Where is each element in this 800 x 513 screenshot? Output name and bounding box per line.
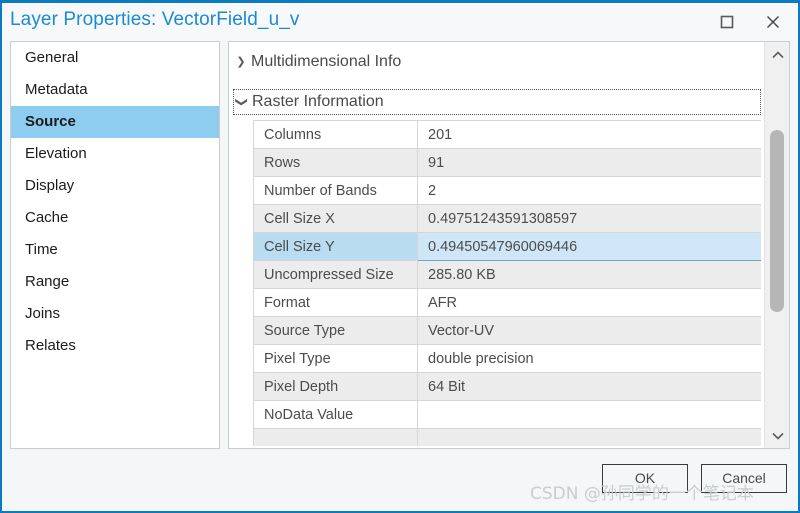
table-cell-property-value — [417, 428, 761, 446]
sidebar-item-display[interactable]: Display — [11, 170, 219, 202]
close-button[interactable] — [750, 3, 796, 41]
content-vertical-scrollbar[interactable] — [764, 42, 789, 448]
section-raster-information-label: Raster Information — [252, 93, 384, 110]
sidebar-item-source[interactable]: Source — [11, 106, 219, 138]
source-properties-panel: ❯ Multidimensional Info ❯ Raster Informa… — [228, 41, 790, 449]
scrollbar-thumb[interactable] — [770, 130, 784, 312]
title-bar: Layer Properties: VectorField_u_v — [2, 3, 798, 41]
cancel-button[interactable]: Cancel — [701, 464, 787, 493]
table-row[interactable]: Pixel Depth 64 Bit — [253, 372, 761, 401]
table-cell-property-value: 0.49450547960069446 — [417, 232, 761, 261]
table-cell-property-name: Pixel Type — [253, 344, 418, 373]
sidebar-item-joins[interactable]: Joins — [11, 298, 219, 330]
properties-nav-list[interactable]: General Metadata Source Elevation Display Cac… — [10, 41, 220, 449]
table-cell-property-value: 2 — [417, 176, 761, 205]
table-cell-property-name: Source Type — [253, 316, 418, 345]
scrollbar-down-button[interactable] — [765, 423, 789, 448]
sidebar-item-general[interactable]: General — [11, 42, 219, 74]
table-cell-property-name: Format — [253, 288, 418, 317]
sidebar-item-label: General — [25, 49, 79, 66]
table-cell-property-value: 285.80 KB — [417, 260, 761, 289]
section-multidimensional-info-label: Multidimensional Info — [251, 53, 402, 70]
chevron-up-icon — [771, 50, 784, 58]
table-row[interactable]: Cell Size X 0.49751243591308597 — [253, 204, 761, 233]
sidebar-item-label: Elevation — [25, 145, 87, 162]
sidebar-item-label: Joins — [25, 305, 61, 322]
table-cell-property-name: Uncompressed Size — [253, 260, 418, 289]
sidebar-item-label: Display — [25, 177, 75, 194]
table-row[interactable]: Format AFR — [253, 288, 761, 317]
table-row[interactable]: NoData Value — [253, 400, 761, 429]
table-cell-property-name: Number of Bands — [253, 176, 418, 205]
sidebar-item-cache[interactable]: Cache — [11, 202, 219, 234]
table-cell-property-value: 0.49751243591308597 — [417, 204, 761, 233]
table-cell-property-name: NoData Value — [253, 400, 418, 429]
table-cell-property-value: 64 Bit — [417, 372, 761, 401]
table-row[interactable]: Rows 91 — [253, 148, 761, 177]
chevron-down-icon — [771, 432, 784, 440]
table-cell-property-value: double precision — [417, 344, 761, 373]
section-multidimensional-info[interactable]: ❯ Multidimensional Info — [233, 49, 761, 75]
chevron-right-icon: ❯ — [236, 55, 246, 68]
table-cell-property-name — [253, 428, 418, 446]
table-cell-property-value: Vector-UV — [417, 316, 761, 345]
sidebar-item-label: Metadata — [25, 81, 88, 98]
table-row[interactable]: Number of Bands 2 — [253, 176, 761, 205]
sidebar-item-elevation[interactable]: Elevation — [11, 138, 219, 170]
sidebar-item-label: Source — [25, 113, 76, 130]
table-cell-property-name: Columns — [253, 120, 418, 149]
table-row[interactable]: Pixel Type double precision — [253, 344, 761, 373]
table-cell-property-value: AFR — [417, 288, 761, 317]
ok-button[interactable]: OK — [602, 464, 688, 493]
table-row[interactable]: Uncompressed Size 285.80 KB — [253, 260, 761, 289]
maximize-icon — [720, 15, 734, 29]
table-cell-property-name: Cell Size Y — [253, 232, 418, 261]
layer-properties-dialog: Layer Properties: VectorField_u_v Genera… — [0, 0, 800, 513]
table-cell-property-value: 91 — [417, 148, 761, 177]
chevron-down-icon: ❯ — [235, 96, 249, 108]
table-row[interactable]: Columns 201 — [253, 120, 761, 149]
window-title: Layer Properties: VectorField_u_v — [10, 9, 300, 30]
sidebar-item-label: Range — [25, 273, 70, 290]
scrollbar-up-button[interactable] — [765, 42, 789, 67]
maximize-button[interactable] — [704, 3, 750, 41]
table-row[interactable]: Source Type Vector-UV — [253, 316, 761, 345]
table-cell-property-name: Cell Size X — [253, 204, 418, 233]
close-icon — [766, 15, 780, 29]
raster-information-table-container: Columns 201 Rows 91 Number of Bands 2 Cell Siz… — [253, 120, 761, 446]
sidebar-item-time[interactable]: Time — [11, 234, 219, 266]
table-cell-property-value — [417, 400, 761, 429]
sidebar-item-relates[interactable]: Relates — [11, 330, 219, 362]
sidebar-item-label: Cache — [25, 209, 69, 226]
sidebar-item-range[interactable]: Range — [11, 266, 219, 298]
sidebar-item-label: Relates — [25, 337, 76, 354]
table-row[interactable]: Cell Size Y 0.49450547960069446 — [253, 232, 761, 261]
raster-information-table: Columns 201 Rows 91 Number of Bands 2 Cell Siz… — [253, 120, 761, 446]
table-cell-property-value: 201 — [417, 120, 761, 149]
table-cell-property-name: Rows — [253, 148, 418, 177]
sidebar-item-metadata[interactable]: Metadata — [11, 74, 219, 106]
sidebar-item-label: Time — [25, 241, 58, 258]
section-raster-information[interactable]: ❯ Raster Information — [233, 89, 761, 115]
table-row[interactable] — [253, 428, 761, 446]
table-cell-property-name: Pixel Depth — [253, 372, 418, 401]
